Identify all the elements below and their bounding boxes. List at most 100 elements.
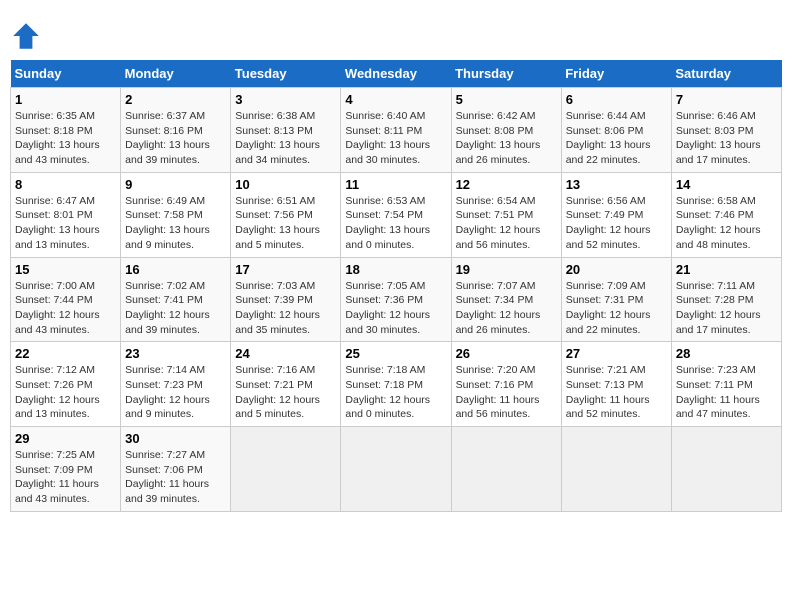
calendar-cell: 16 Sunrise: 7:02 AM Sunset: 7:41 PM Dayli… [121,257,231,342]
day-number: 8 [15,177,116,192]
calendar-cell: 20 Sunrise: 7:09 AM Sunset: 7:31 PM Dayli… [561,257,671,342]
dow-header: Thursday [451,60,561,88]
day-number: 19 [456,262,557,277]
day-info: Sunrise: 7:07 AM Sunset: 7:34 PM Dayligh… [456,279,557,338]
day-info: Sunrise: 7:14 AM Sunset: 7:23 PM Dayligh… [125,363,226,422]
calendar-week-row: 8 Sunrise: 6:47 AM Sunset: 8:01 PM Daylig… [11,172,782,257]
calendar-cell [561,427,671,512]
day-number: 17 [235,262,336,277]
day-number: 22 [15,346,116,361]
calendar-cell: 28Sunrise: 7:23 AM Sunset: 7:11 PM Dayli… [671,342,781,427]
day-number: 25 [345,346,446,361]
day-info: Sunrise: 6:54 AM Sunset: 7:51 PM Dayligh… [456,194,557,253]
day-number: 11 [345,177,446,192]
dow-header: Saturday [671,60,781,88]
day-info: Sunrise: 7:21 AM Sunset: 7:13 PM Dayligh… [566,363,667,422]
day-info: Sunrise: 7:18 AM Sunset: 7:18 PM Dayligh… [345,363,446,422]
day-info: Sunrise: 7:25 AM Sunset: 7:09 PM Dayligh… [15,448,116,507]
dow-header: Wednesday [341,60,451,88]
calendar-cell: 30 Sunrise: 7:27 AM Sunset: 7:06 PM Dayli… [121,427,231,512]
day-number: 6 [566,92,667,107]
day-number: 13 [566,177,667,192]
day-number: 30 [125,431,226,446]
calendar-cell: 22 Sunrise: 7:12 AM Sunset: 7:26 PM Dayli… [11,342,121,427]
day-number: 15 [15,262,116,277]
calendar-week-row: 29 Sunrise: 7:25 AM Sunset: 7:09 PM Dayli… [11,427,782,512]
day-info: Sunrise: 6:49 AM Sunset: 7:58 PM Dayligh… [125,194,226,253]
day-info: Sunrise: 7:09 AM Sunset: 7:31 PM Dayligh… [566,279,667,338]
calendar-cell [341,427,451,512]
day-number: 23 [125,346,226,361]
calendar-cell: 29 Sunrise: 7:25 AM Sunset: 7:09 PM Dayli… [11,427,121,512]
day-number: 29 [15,431,116,446]
dow-header: Sunday [11,60,121,88]
dow-header: Tuesday [231,60,341,88]
calendar-cell: 23 Sunrise: 7:14 AM Sunset: 7:23 PM Dayli… [121,342,231,427]
calendar-cell [231,427,341,512]
calendar-cell: 7 Sunrise: 6:46 AM Sunset: 8:03 PM Daylig… [671,88,781,173]
day-number: 24 [235,346,336,361]
day-info: Sunrise: 6:40 AM Sunset: 8:11 PM Dayligh… [345,109,446,168]
calendar-cell: 11 Sunrise: 6:53 AM Sunset: 7:54 PM Dayli… [341,172,451,257]
calendar-cell: 21 Sunrise: 7:11 AM Sunset: 7:28 PM Dayli… [671,257,781,342]
day-number: 2 [125,92,226,107]
day-info: Sunrise: 7:11 AM Sunset: 7:28 PM Dayligh… [676,279,777,338]
day-number: 20 [566,262,667,277]
day-number: 16 [125,262,226,277]
calendar-cell: 18Sunrise: 7:05 AM Sunset: 7:36 PM Dayli… [341,257,451,342]
calendar-week-row: 15 Sunrise: 7:00 AM Sunset: 7:44 PM Dayli… [11,257,782,342]
day-number: 9 [125,177,226,192]
day-number: 27 [566,346,667,361]
day-info: Sunrise: 7:20 AM Sunset: 7:16 PM Dayligh… [456,363,557,422]
calendar-cell: 13Sunrise: 6:56 AM Sunset: 7:49 PM Dayli… [561,172,671,257]
day-info: Sunrise: 7:27 AM Sunset: 7:06 PM Dayligh… [125,448,226,507]
day-info: Sunrise: 6:47 AM Sunset: 8:01 PM Dayligh… [15,194,116,253]
day-number: 18 [345,262,446,277]
logo [10,20,44,52]
day-info: Sunrise: 7:03 AM Sunset: 7:39 PM Dayligh… [235,279,336,338]
day-info: Sunrise: 7:00 AM Sunset: 7:44 PM Dayligh… [15,279,116,338]
calendar-cell [451,427,561,512]
day-info: Sunrise: 6:38 AM Sunset: 8:13 PM Dayligh… [235,109,336,168]
calendar-week-row: 22 Sunrise: 7:12 AM Sunset: 7:26 PM Dayli… [11,342,782,427]
day-number: 12 [456,177,557,192]
day-number: 4 [345,92,446,107]
day-number: 1 [15,92,116,107]
calendar-table: SundayMondayTuesdayWednesdayThursdayFrid… [10,60,782,512]
day-number: 3 [235,92,336,107]
day-info: Sunrise: 6:42 AM Sunset: 8:08 PM Dayligh… [456,109,557,168]
calendar-week-row: 1 Sunrise: 6:35 AM Sunset: 8:18 PM Daylig… [11,88,782,173]
calendar-cell: 19 Sunrise: 7:07 AM Sunset: 7:34 PM Dayli… [451,257,561,342]
day-number: 21 [676,262,777,277]
calendar-cell: 17 Sunrise: 7:03 AM Sunset: 7:39 PM Dayli… [231,257,341,342]
calendar-cell [671,427,781,512]
calendar-cell: 9 Sunrise: 6:49 AM Sunset: 7:58 PM Daylig… [121,172,231,257]
day-info: Sunrise: 7:12 AM Sunset: 7:26 PM Dayligh… [15,363,116,422]
day-number: 26 [456,346,557,361]
day-number: 14 [676,177,777,192]
calendar-cell: 24 Sunrise: 7:16 AM Sunset: 7:21 PM Dayli… [231,342,341,427]
calendar-cell: 15 Sunrise: 7:00 AM Sunset: 7:44 PM Dayli… [11,257,121,342]
day-info: Sunrise: 7:16 AM Sunset: 7:21 PM Dayligh… [235,363,336,422]
calendar-cell: 12 Sunrise: 6:54 AM Sunset: 7:51 PM Dayli… [451,172,561,257]
calendar-cell: 8 Sunrise: 6:47 AM Sunset: 8:01 PM Daylig… [11,172,121,257]
day-info: Sunrise: 6:46 AM Sunset: 8:03 PM Dayligh… [676,109,777,168]
calendar-cell: 3 Sunrise: 6:38 AM Sunset: 8:13 PM Daylig… [231,88,341,173]
calendar-cell: 5Sunrise: 6:42 AM Sunset: 8:08 PM Daylig… [451,88,561,173]
day-info: Sunrise: 6:53 AM Sunset: 7:54 PM Dayligh… [345,194,446,253]
day-info: Sunrise: 6:37 AM Sunset: 8:16 PM Dayligh… [125,109,226,168]
day-info: Sunrise: 6:44 AM Sunset: 8:06 PM Dayligh… [566,109,667,168]
day-number: 7 [676,92,777,107]
calendar-cell: 6 Sunrise: 6:44 AM Sunset: 8:06 PM Daylig… [561,88,671,173]
day-info: Sunrise: 7:02 AM Sunset: 7:41 PM Dayligh… [125,279,226,338]
calendar-cell: 2 Sunrise: 6:37 AM Sunset: 8:16 PM Daylig… [121,88,231,173]
day-info: Sunrise: 6:58 AM Sunset: 7:46 PM Dayligh… [676,194,777,253]
dow-header: Monday [121,60,231,88]
day-info: Sunrise: 7:23 AM Sunset: 7:11 PM Dayligh… [676,363,777,422]
dow-header: Friday [561,60,671,88]
day-info: Sunrise: 6:35 AM Sunset: 8:18 PM Dayligh… [15,109,116,168]
day-info: Sunrise: 6:51 AM Sunset: 7:56 PM Dayligh… [235,194,336,253]
calendar-cell: 1 Sunrise: 6:35 AM Sunset: 8:18 PM Daylig… [11,88,121,173]
calendar-cell: 26 Sunrise: 7:20 AM Sunset: 7:16 PM Dayli… [451,342,561,427]
calendar-cell: 10Sunrise: 6:51 AM Sunset: 7:56 PM Dayli… [231,172,341,257]
